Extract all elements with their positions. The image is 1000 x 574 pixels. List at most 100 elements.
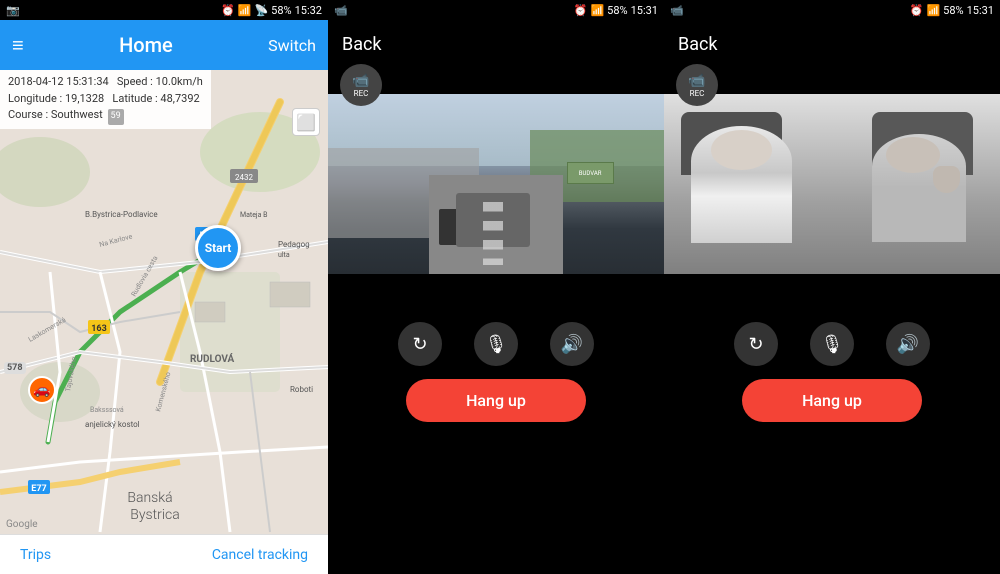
svg-text:Baksssová: Baksssová [90,406,124,414]
speaker-icon-front: 🔊 [561,334,583,355]
rec-text-front: REC [354,89,369,98]
rotate-icon-front: ↻ [412,334,427,355]
video-frame-interior [664,94,1000,274]
wifi-icon-front: 📶 [590,4,604,17]
start-marker: Start [195,225,241,271]
battery-interior: 58% [943,4,963,17]
latitude-label: Latitude : [112,92,157,105]
switch-button[interactable]: Switch [268,36,316,55]
rotate-button-interior[interactable]: ↻ [734,322,778,366]
time-interior: 15:31 [967,4,994,17]
status-right-interior: ⏰ 📶 58% 15:31 [910,4,994,17]
camera-icon-interior: 📹 [670,4,684,17]
svg-text:2432: 2432 [235,173,253,182]
trips-button[interactable]: Trips [20,547,51,563]
bottom-bar: Trips Cancel tracking [0,534,328,574]
speed-label: Speed : [117,75,153,88]
rotate-icon-interior: ↻ [748,334,763,355]
interior-camera-panel: 📹 ⏰ 📶 58% 15:31 Back 📹 REC ↻ � [664,0,1000,574]
street-markings [483,202,503,265]
menu-icon[interactable]: ≡ [12,33,24,58]
hangup-button-front[interactable]: Hang up [406,379,586,422]
camera-icon-front: 📹 [334,4,348,17]
coords-line: Longitude : 19,1328 Latitude : 48,7392 [8,91,203,108]
svg-text:Mateja B: Mateja B [240,211,268,219]
interior-face-right [886,137,940,173]
interior-face-left [711,130,771,170]
battery-front: 58% [607,4,627,17]
svg-text:anjelický kostol: anjelický kostol [85,420,140,429]
video-controls-interior: ↻ 🎙 🔊 [664,314,1000,374]
rec-camera-icon: 📹 [352,73,369,89]
svg-text:E77: E77 [31,484,46,494]
speaker-icon-interior: 🔊 [897,334,919,355]
svg-text:ulta: ulta [278,251,290,259]
video-controls-front: ↻ 🎙 🔊 [328,314,664,374]
latitude-value: 48,7392 [160,92,199,105]
signal-icon: 📡 [254,4,268,17]
svg-text:Banská: Banská [127,490,172,506]
video-header-interior: Back [664,20,1000,64]
front-camera-panel: 📹 ⏰ 📶 58% 15:31 Back 📹 REC BUDVAR ↻ [328,0,664,574]
mute-icon-front: 🎙 [485,334,508,355]
back-label-front[interactable]: Back [342,34,382,55]
status-bar-right: ⏰ 📶 📡 58% 15:32 [221,4,322,17]
status-bar-map: 📷 ⏰ 📶 📡 58% 15:32 [0,0,328,20]
rec-button-front[interactable]: 📹 REC [340,64,382,106]
interior-hand [933,166,960,193]
course-value: Southwest [51,108,103,121]
datetime-line: 2018-04-12 15:31:34 Speed : 10.0km/h [8,74,203,91]
map-panel: 📷 ⏰ 📶 📡 58% 15:32 ≡ Home Switch 2018-04-… [0,0,328,574]
svg-text:RUDLOVÁ: RUDLOVÁ [190,352,235,365]
rec-camera-icon-interior: 📹 [688,73,705,89]
course-label: Course : [8,108,48,121]
alarm-icon-front: ⏰ [574,4,588,17]
speaker-button-front[interactable]: 🔊 [550,322,594,366]
mute-button-front[interactable]: 🎙 [474,322,518,366]
svg-text:Bystrica: Bystrica [130,507,179,523]
svg-text:Roboti: Roboti [290,385,313,394]
map-svg: R1 163 E77 66 2432 Banská Bystrica RUDLO… [0,70,328,534]
street-sign: BUDVAR [567,162,614,184]
video-frame-front: BUDVAR [328,94,664,274]
overlay-button[interactable]: ⬜ [292,108,320,136]
rec-text-interior: REC [690,89,705,98]
app-title: Home [119,33,173,57]
road-badge-578: 578 [4,362,26,374]
map-area[interactable]: R1 163 E77 66 2432 Banská Bystrica RUDLO… [0,70,328,534]
cancel-tracking-button[interactable]: Cancel tracking [212,547,308,563]
status-bar-left: 📷 [6,4,20,17]
status-bar-front: 📹 ⏰ 📶 58% 15:31 [328,0,664,20]
alarm-icon: ⏰ [221,4,235,17]
mute-button-interior[interactable]: 🎙 [810,322,854,366]
hangup-button-interior[interactable]: Hang up [742,379,922,422]
rec-button-interior[interactable]: 📹 REC [676,64,718,106]
longitude-label: Longitude : [8,92,62,105]
car-marker: 🚗 [28,376,56,404]
wifi-icon-interior: 📶 [926,4,940,17]
svg-text:Pedagog: Pedagog [278,240,310,249]
status-right-front: ⏰ 📶 58% 15:31 [574,4,658,17]
hangup-bar-front: Hang up [328,374,664,434]
app-header: ≡ Home Switch [0,20,328,70]
svg-text:163: 163 [91,324,107,334]
status-bar-interior: 📹 ⏰ 📶 58% 15:31 [664,0,1000,20]
black-bottom-front [328,274,664,314]
course-badge: 59 [108,109,124,125]
mute-icon-interior: 🎙 [821,334,844,355]
svg-text:B.Bystrica-Podlavice: B.Bystrica-Podlavice [85,210,158,219]
wifi-icon: 📶 [238,4,252,17]
hangup-bar-interior: Hang up [664,374,1000,434]
battery-text: 58% [271,4,291,17]
longitude-value: 19,1328 [65,92,104,105]
rotate-button-front[interactable]: ↻ [398,322,442,366]
video-header-front: Back [328,20,664,64]
black-bottom-interior [664,274,1000,314]
course-line: Course : Southwest 59 [8,107,203,125]
back-label-interior[interactable]: Back [678,34,718,55]
alarm-icon-interior: ⏰ [910,4,924,17]
start-label: Start [205,241,232,255]
time-display-map: 15:32 [295,4,322,17]
speaker-button-interior[interactable]: 🔊 [886,322,930,366]
info-bar: 2018-04-12 15:31:34 Speed : 10.0km/h Lon… [0,70,211,129]
